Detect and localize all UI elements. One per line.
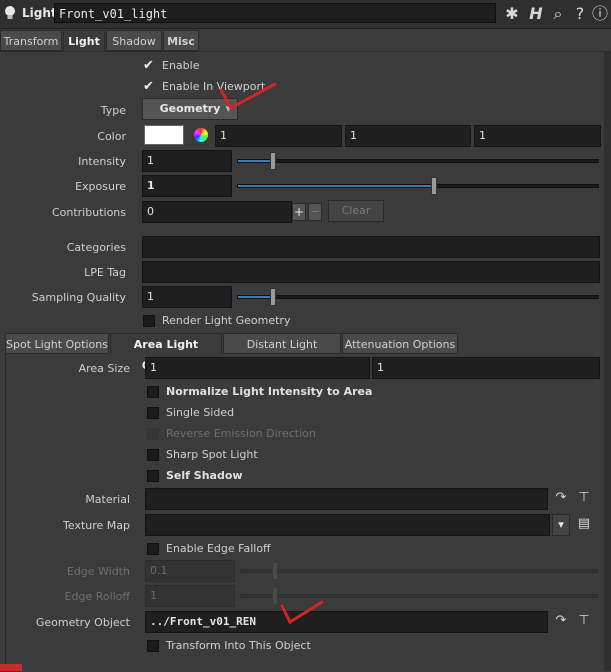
remove-contribution-button[interactable]: − bbox=[308, 203, 322, 221]
color-g-field[interactable]: 1 bbox=[345, 125, 471, 147]
annotation-checkmark bbox=[219, 82, 277, 111]
tab-spot-light-options[interactable]: Spot Light Options bbox=[5, 333, 109, 354]
tab-shadow[interactable]: Shadow bbox=[106, 30, 162, 51]
operator-chooser-icon[interactable]: ⊤ bbox=[576, 613, 592, 628]
edge-width-field[interactable]: 0.1 bbox=[145, 560, 235, 582]
sampling-quality-label: Sampling Quality bbox=[31, 291, 126, 304]
sampling-quality-slider-handle[interactable] bbox=[270, 288, 276, 306]
render-light-geometry-checkbox[interactable] bbox=[143, 315, 155, 327]
edge-rolloff-field[interactable]: 1 bbox=[145, 585, 235, 607]
material-field[interactable] bbox=[145, 488, 548, 510]
categories-field[interactable] bbox=[142, 236, 600, 258]
texture-map-field[interactable] bbox=[145, 514, 550, 536]
sharp-spot-light-label: Sharp Spot Light bbox=[166, 448, 258, 461]
lpe-tag-field[interactable] bbox=[142, 261, 600, 283]
sampling-quality-slider-fill bbox=[238, 296, 273, 298]
color-r-field[interactable]: 1 bbox=[215, 125, 342, 147]
intensity-slider-fill bbox=[238, 160, 273, 162]
type-menu-value: Geometry bbox=[159, 102, 221, 115]
jump-to-operator-icon[interactable]: ↷ bbox=[553, 613, 569, 628]
sampling-quality-slider[interactable] bbox=[237, 295, 599, 299]
exposure-slider-fill bbox=[238, 185, 434, 187]
tab-attenuation-options[interactable]: Attenuation Options bbox=[342, 333, 458, 354]
texture-map-label: Texture Map bbox=[63, 519, 130, 532]
color-wheel-icon[interactable] bbox=[194, 128, 208, 142]
single-sided-label: Single Sided bbox=[166, 406, 235, 419]
node-name-field[interactable]: Front_v01_light bbox=[54, 3, 496, 23]
exposure-slider-handle[interactable] bbox=[431, 177, 437, 195]
gear-icon[interactable]: ✱ bbox=[502, 4, 522, 24]
material-label: Material bbox=[85, 493, 130, 506]
tab-transform[interactable]: Transform bbox=[0, 30, 62, 51]
edge-rolloff-label: Edge Rolloff bbox=[64, 590, 130, 603]
timeline-marker bbox=[0, 664, 22, 671]
enable-in-viewport-checkbox[interactable]: ✔ bbox=[143, 79, 154, 94]
scrollbar[interactable] bbox=[604, 51, 611, 671]
normalize-intensity-checkbox[interactable] bbox=[147, 386, 159, 398]
single-sided-checkbox[interactable] bbox=[147, 407, 159, 419]
type-label: Type bbox=[100, 104, 126, 117]
operator-chooser-icon[interactable]: ⊤ bbox=[576, 490, 592, 505]
self-shadow-label: Self Shadow bbox=[166, 469, 243, 482]
categories-label: Categories bbox=[66, 241, 126, 254]
reverse-emission-label: Reverse Emission Direction bbox=[166, 427, 316, 440]
enable-checkbox[interactable]: ✔ bbox=[143, 58, 154, 73]
transform-into-object-checkbox[interactable] bbox=[147, 640, 159, 652]
info-icon[interactable]: ⓘ bbox=[590, 4, 610, 24]
enable-label: Enable bbox=[162, 59, 200, 72]
texture-map-dropdown[interactable]: ▾ bbox=[552, 514, 570, 536]
exposure-label: Exposure bbox=[75, 180, 126, 193]
reverse-emission-checkbox[interactable] bbox=[147, 428, 159, 440]
contributions-field[interactable]: 0 bbox=[142, 201, 292, 223]
enable-edge-falloff-checkbox[interactable] bbox=[147, 543, 159, 555]
add-contribution-button[interactable]: + bbox=[292, 203, 306, 221]
sampling-quality-field[interactable]: 1 bbox=[142, 286, 232, 308]
color-swatch[interactable] bbox=[144, 125, 184, 145]
light-bulb-icon bbox=[5, 6, 15, 19]
self-shadow-checkbox[interactable] bbox=[147, 470, 159, 482]
geometry-object-label: Geometry Object bbox=[35, 616, 130, 629]
normalize-intensity-label: Normalize Light Intensity to Area bbox=[166, 385, 373, 398]
help-h-icon[interactable]: H bbox=[526, 4, 546, 24]
tab-misc[interactable]: Misc bbox=[163, 30, 199, 51]
edge-width-slider-handle[interactable] bbox=[272, 562, 278, 580]
area-size-y-field[interactable]: 1 bbox=[372, 357, 600, 379]
sharp-spot-light-checkbox[interactable] bbox=[147, 449, 159, 461]
area-size-label: Area Size bbox=[78, 362, 130, 375]
contributions-label: Contributions bbox=[51, 206, 126, 219]
color-label: Color bbox=[97, 130, 126, 143]
enable-edge-falloff-label: Enable Edge Falloff bbox=[166, 542, 271, 555]
intensity-label: Intensity bbox=[78, 155, 126, 168]
edge-width-slider[interactable] bbox=[240, 569, 598, 573]
intensity-slider[interactable] bbox=[237, 159, 599, 163]
node-type-label: Light bbox=[22, 6, 57, 20]
lpe-tag-label: LPE Tag bbox=[84, 266, 126, 279]
chevron-down-icon: ▾ bbox=[558, 518, 564, 531]
transform-into-object-label: Transform Into This Object bbox=[166, 639, 311, 652]
tab-distant-light-options[interactable]: Distant Light Options bbox=[223, 333, 341, 372]
tab-area-light-options[interactable]: Area Light Options bbox=[110, 333, 222, 372]
annotation-checkmark bbox=[280, 600, 324, 625]
geometry-object-field[interactable]: ../Front_v01_REN bbox=[145, 611, 548, 633]
edge-width-label: Edge Width bbox=[66, 565, 130, 578]
help-icon[interactable]: ? bbox=[570, 4, 590, 24]
jump-to-operator-icon[interactable]: ↷ bbox=[553, 490, 569, 505]
search-icon[interactable]: ⌕ bbox=[548, 4, 568, 24]
file-chooser-icon[interactable]: ▤ bbox=[576, 516, 592, 531]
intensity-slider-handle[interactable] bbox=[270, 152, 276, 170]
exposure-field[interactable]: 1 bbox=[142, 175, 232, 197]
clear-button[interactable]: Clear bbox=[328, 200, 384, 222]
color-b-field[interactable]: 1 bbox=[474, 125, 601, 147]
intensity-field[interactable]: 1 bbox=[142, 150, 232, 172]
render-light-geometry-label: Render Light Geometry bbox=[162, 314, 291, 327]
tab-light[interactable]: Light bbox=[63, 30, 105, 52]
area-size-x-field[interactable]: 1 bbox=[145, 357, 370, 379]
